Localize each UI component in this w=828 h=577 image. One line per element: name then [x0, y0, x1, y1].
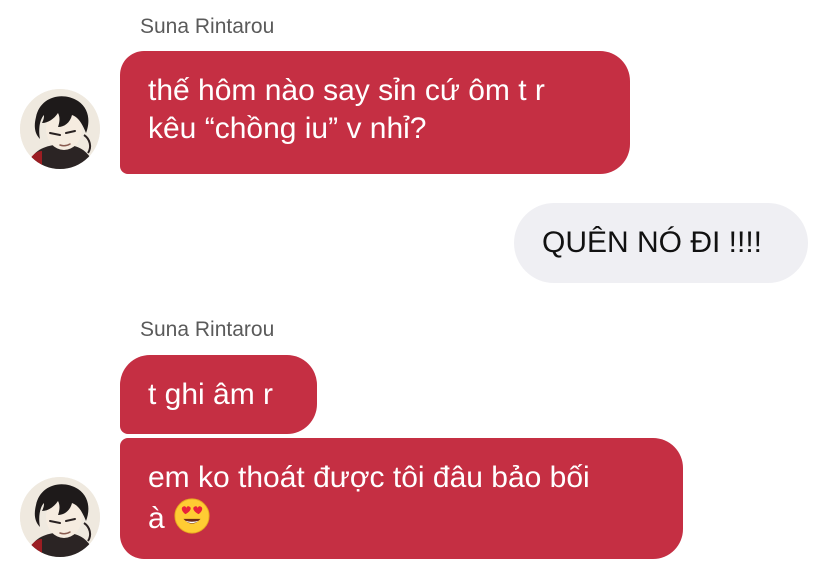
outgoing-message-bubble[interactable]: QUÊN NÓ ĐI !!!! — [514, 203, 808, 283]
message-text: à — [148, 502, 165, 535]
heart-eyes-emoji-icon — [173, 497, 211, 535]
incoming-message-bubble[interactable]: thế hôm nào say sỉn cứ ôm t r kêu “chồng… — [120, 51, 630, 174]
message-text: t ghi âm r — [148, 378, 274, 411]
anime-boy-avatar-icon — [20, 89, 100, 169]
sender-name: Suna Rintarou — [140, 15, 275, 38]
incoming-message-bubble[interactable]: em ko thoát được tôi đâu bảo bối à — [120, 438, 683, 559]
message-text-line: em ko thoát được tôi đâu bảo bối — [148, 461, 590, 494]
sender-name: Suna Rintarou — [140, 318, 275, 341]
avatar[interactable] — [20, 477, 100, 557]
message-text-line: kêu “chồng iu” v nhỉ? — [148, 112, 427, 145]
message-text: QUÊN NÓ ĐI !!!! — [542, 226, 763, 259]
message-text-line: à — [148, 497, 655, 538]
anime-boy-avatar-icon — [20, 477, 100, 557]
avatar[interactable] — [20, 89, 100, 169]
incoming-message-bubble[interactable]: t ghi âm r — [120, 355, 317, 434]
message-text-line: thế hôm nào say sỉn cứ ôm t r — [148, 74, 545, 107]
